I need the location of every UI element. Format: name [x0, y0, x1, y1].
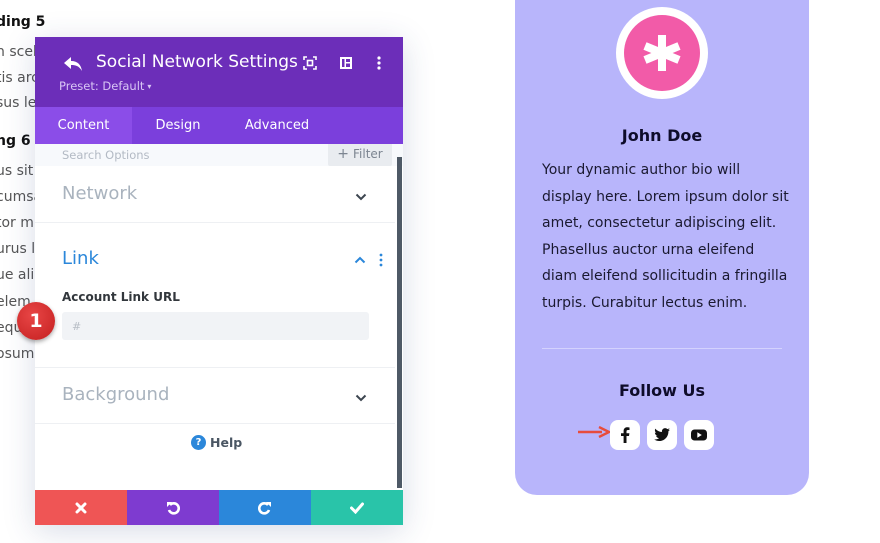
background-text-line: tor m — [0, 215, 34, 231]
background-text-line: osum — [0, 346, 35, 362]
section-link: Link Account Link URL — [35, 223, 395, 368]
background-text-line: urus l — [0, 241, 36, 257]
help-link[interactable]: ? Help — [191, 434, 243, 451]
section-options-icon[interactable] — [379, 253, 383, 267]
check-icon — [350, 502, 364, 514]
section-background[interactable]: Background — [35, 368, 395, 424]
undo-button[interactable] — [127, 490, 219, 525]
author-name: John Doe — [621, 126, 703, 145]
plus-icon: + — [337, 146, 349, 162]
chevron-down-icon — [355, 193, 367, 201]
social-network-settings-modal: Social Network Settings Preset: Default ▾… — [35, 37, 403, 525]
twitter-button[interactable] — [647, 420, 677, 450]
section-network[interactable]: Network — [35, 167, 395, 223]
preset-dropdown[interactable]: Preset: Default ▾ — [59, 79, 151, 93]
tab-advanced[interactable]: Advanced — [224, 107, 330, 144]
pointer-arrow-icon — [578, 426, 610, 438]
scrollbar[interactable] — [397, 157, 402, 488]
help-label: Help — [210, 435, 243, 451]
more-options-icon[interactable] — [371, 55, 387, 71]
chevron-down-icon — [355, 394, 367, 402]
search-options-input[interactable] — [62, 144, 312, 166]
preset-label: Preset: Default — [59, 79, 145, 93]
filter-label: Filter — [353, 147, 383, 161]
tab-design[interactable]: Design — [132, 107, 224, 144]
redo-icon — [258, 501, 271, 515]
back-icon[interactable] — [63, 55, 83, 73]
help-icon: ? — [191, 435, 206, 451]
save-button[interactable] — [311, 490, 403, 525]
close-icon — [75, 502, 87, 513]
author-bio: Your dynamic author bio will display her… — [542, 162, 789, 311]
background-text-line: tis arc — [0, 70, 39, 86]
section-background-title: Background — [62, 384, 170, 405]
youtube-icon — [691, 429, 707, 441]
author-card: John Doe Your dynamic author bio will di… — [515, 0, 809, 495]
split-view-icon[interactable] — [338, 55, 354, 71]
account-link-url-input[interactable] — [62, 312, 369, 340]
author-avatar — [616, 7, 708, 99]
asterisk-icon — [643, 35, 681, 71]
section-network-title: Network — [62, 183, 138, 204]
step-number-badge: 1 — [17, 302, 55, 340]
background-text-line: n scel — [0, 44, 37, 60]
cancel-button[interactable] — [35, 490, 127, 525]
modal-title: Social Network Settings — [96, 52, 298, 72]
twitter-icon — [654, 428, 670, 441]
follow-us-heading: Follow Us — [618, 381, 706, 400]
card-divider — [542, 348, 782, 349]
background-text-line: sus le — [0, 95, 37, 111]
caret-down-icon: ▾ — [147, 82, 152, 91]
settings-tabs: Content Design Advanced — [35, 107, 403, 144]
asterisk-avatar-circle — [624, 15, 700, 91]
tab-content[interactable]: Content — [35, 107, 132, 144]
background-heading-6: ng 6 — [0, 133, 31, 149]
account-link-url-label: Account Link URL — [62, 290, 180, 304]
search-bar: + Filter — [35, 144, 403, 166]
chevron-up-icon[interactable] — [354, 256, 366, 264]
modal-header: Social Network Settings Preset: Default ▾ — [35, 37, 403, 107]
youtube-button[interactable] — [684, 420, 714, 450]
focus-mode-icon[interactable] — [302, 55, 318, 71]
redo-button[interactable] — [219, 490, 311, 525]
modal-footer — [35, 490, 403, 525]
filter-button[interactable]: + Filter — [328, 144, 392, 166]
facebook-button[interactable] — [610, 420, 640, 450]
background-heading-5: ding 5 — [0, 14, 46, 30]
undo-icon — [167, 501, 180, 515]
section-link-title[interactable]: Link — [62, 248, 99, 269]
facebook-icon — [621, 427, 630, 443]
